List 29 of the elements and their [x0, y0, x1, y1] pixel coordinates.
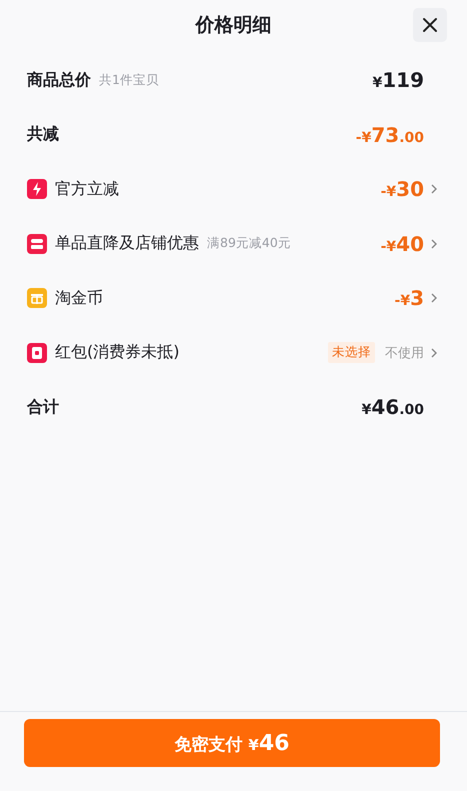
- row-amount: -¥3: [394, 286, 424, 310]
- row-label: 共减: [27, 124, 59, 146]
- store-icon: [27, 234, 47, 254]
- row-value: 不使用: [385, 344, 424, 362]
- close-icon: [422, 17, 438, 33]
- row-label: 合计: [27, 396, 59, 418]
- lightning-icon: [27, 179, 47, 200]
- row-amount: -¥30: [380, 177, 424, 202]
- row-amount: -¥73.00: [356, 122, 424, 147]
- close-button[interactable]: [413, 8, 447, 42]
- chevron-icon[interactable]: [430, 346, 438, 359]
- sheet-title: 价格明细: [196, 13, 272, 38]
- row-note: 满89元减40元: [207, 235, 291, 252]
- envelope-icon: [27, 342, 47, 363]
- chevron-icon[interactable]: [430, 292, 438, 304]
- row-label: 红包(消费券未抵): [55, 342, 180, 364]
- pay-button[interactable]: 免密支付 ¥46: [24, 719, 440, 767]
- row-amount: -¥40: [380, 232, 424, 256]
- row-amount: ¥119: [372, 68, 424, 92]
- row-label: 单品直降及店铺优惠: [55, 233, 199, 254]
- chevron-icon[interactable]: [430, 238, 438, 250]
- coin-icon: [27, 288, 47, 308]
- row-label: 淘金币: [55, 288, 103, 309]
- chevron-icon[interactable]: [430, 183, 438, 196]
- row-amount: ¥46.00: [362, 395, 424, 420]
- row-label: 商品总价: [27, 70, 91, 91]
- row-label: 官方立减: [55, 178, 119, 200]
- status-tag: 未选择: [328, 342, 375, 364]
- row-note: 共1件宝贝: [99, 72, 159, 89]
